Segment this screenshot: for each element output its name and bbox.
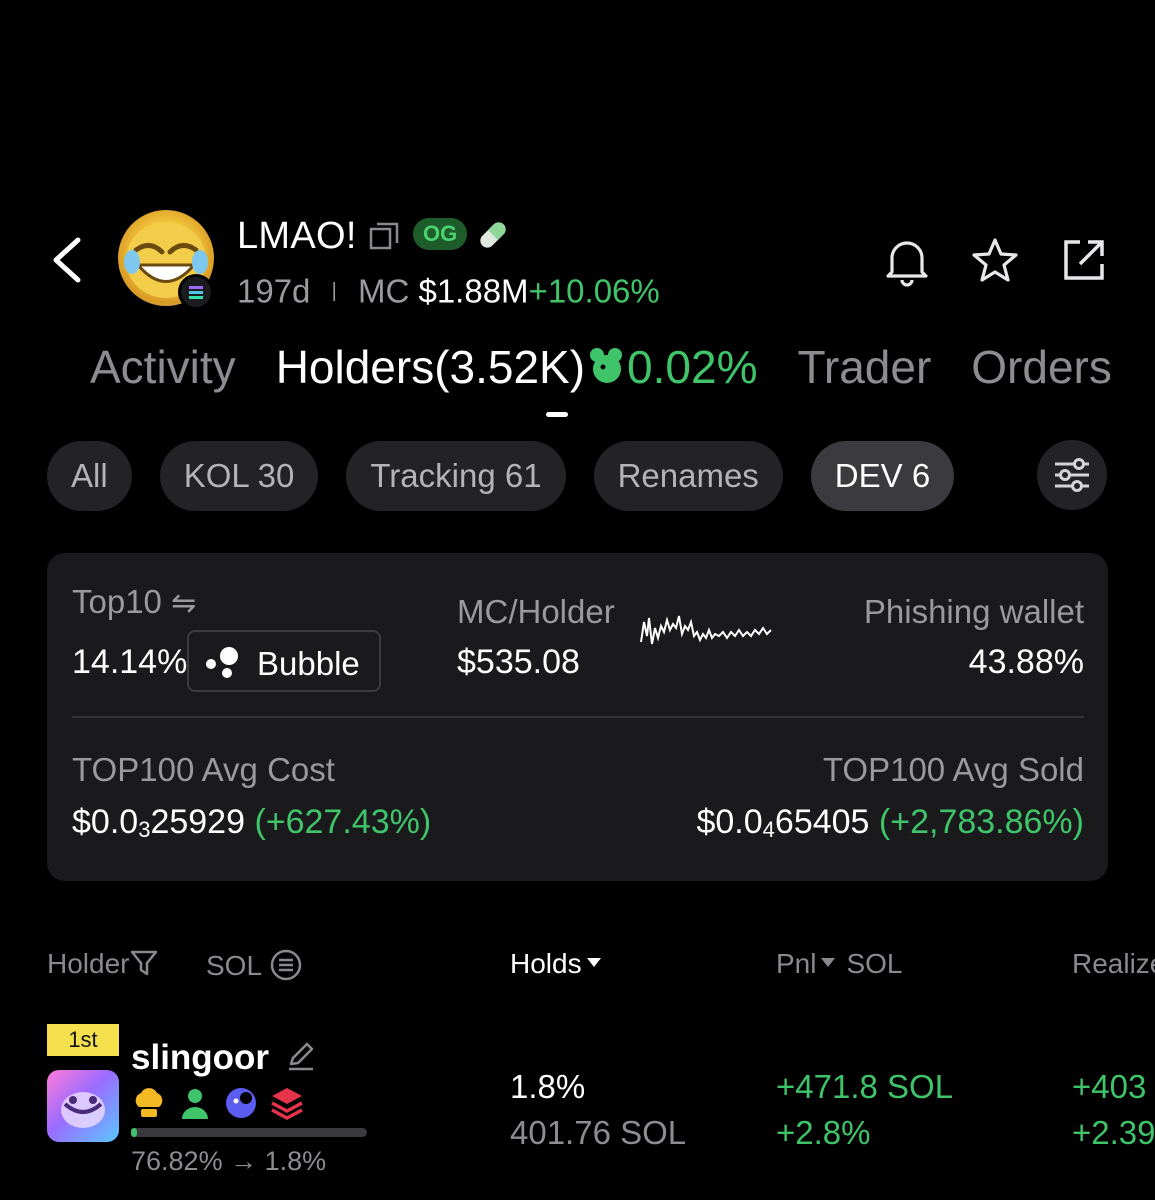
holds-sol: 401.76 SOL xyxy=(510,1114,687,1151)
mc-change: +10.06% xyxy=(528,272,660,310)
star-icon[interactable] xyxy=(968,234,1022,288)
chip-renames[interactable]: Renames xyxy=(593,441,783,511)
mc-holder-label: MC/Holder xyxy=(457,593,615,630)
holders-stats-card: Top10 ⇋ 14.14% Bubble MC/Holder $535.08 … xyxy=(47,553,1108,881)
sort-caret-icon xyxy=(586,958,601,967)
user-icon xyxy=(182,1089,208,1119)
sol-toggle-icon[interactable] xyxy=(269,948,303,982)
holder-tags xyxy=(131,1085,305,1121)
mc-holder-value: $535.08 xyxy=(457,643,580,681)
funnel-icon[interactable] xyxy=(129,948,159,978)
realized-sol: +403 xyxy=(1072,1068,1147,1105)
pnl-sol: +471.8 SOL xyxy=(776,1068,954,1105)
token-meta-row: 197d | MC $1.88M+10.06% xyxy=(237,270,660,310)
holder-name[interactable]: slingoor xyxy=(131,1038,269,1078)
holds-percent: 1.8% xyxy=(510,1068,586,1105)
chip-tracking[interactable]: Tracking 61 xyxy=(346,441,566,511)
bubble-label: Bubble xyxy=(257,645,360,682)
top10-value: 14.14% xyxy=(72,643,188,681)
avg-sold-label: TOP100 Avg Sold xyxy=(822,751,1084,788)
solana-chain-icon xyxy=(178,274,214,310)
avg-sold-value: $0.0465405 (+2,783.86%) xyxy=(696,803,1084,842)
layers-icon xyxy=(271,1088,303,1120)
top10-label[interactable]: Top10 ⇋ xyxy=(72,583,196,621)
bell-icon[interactable] xyxy=(880,234,934,288)
column-pnl[interactable]: Pnl SOL xyxy=(776,948,903,980)
bubble-icon xyxy=(206,647,238,678)
column-holder[interactable]: Holder xyxy=(47,948,159,980)
filter-settings-button[interactable] xyxy=(1037,440,1107,510)
tab-orders[interactable]: Orders xyxy=(971,340,1110,394)
avg-sold-change: (+2,783.86%) xyxy=(878,803,1084,841)
avg-cost-change: (+627.43%) xyxy=(254,803,432,841)
tab-holders-label: Holders(3.52K) xyxy=(275,341,586,393)
pnl-percent: +2.8% xyxy=(776,1114,871,1151)
tab-underline xyxy=(546,412,568,417)
share-icon[interactable] xyxy=(1058,234,1110,286)
tab-holders[interactable]: Holders(3.52K) 0.02% xyxy=(276,340,758,394)
tab-activity[interactable]: Activity xyxy=(90,340,236,394)
holder-avatar[interactable] xyxy=(47,1070,119,1142)
og-badge: OG xyxy=(413,218,468,250)
mouse-icon xyxy=(590,348,623,383)
moon-bird-icon xyxy=(226,1088,256,1118)
back-arrow-icon[interactable] xyxy=(48,232,88,288)
token-age: 197d xyxy=(237,272,311,310)
holding-progress-track xyxy=(131,1128,367,1137)
realized-percent: +2.39 xyxy=(1072,1114,1155,1151)
avg-cost-label: TOP100 Avg Cost xyxy=(72,751,335,788)
phishing-wallet-label: Phishing wallet xyxy=(863,593,1084,630)
phishing-wallet-value: 43.88% xyxy=(968,643,1084,681)
meta-divider: | xyxy=(331,279,337,302)
chip-kol[interactable]: KOL 30 xyxy=(159,441,319,511)
tab-bar: Activity Holders(3.52K) 0.02% Trader Orders xyxy=(90,340,1110,410)
holder-range: 76.82% → 1.8% xyxy=(131,1146,327,1176)
holding-progress-fill xyxy=(131,1128,137,1137)
column-sol[interactable]: SOL xyxy=(206,948,303,982)
tab-holders-change: 0.02% xyxy=(627,341,758,393)
mc-value: $1.88M xyxy=(418,272,529,310)
copy-icon[interactable] xyxy=(368,221,400,251)
pill-icon xyxy=(480,222,506,248)
filter-chips: All KOL 30 Tracking 61 Renames DEV 6 xyxy=(47,441,987,511)
edit-icon[interactable] xyxy=(285,1040,317,1072)
mc-label: MC xyxy=(357,272,410,310)
avg-cost-value: $0.0325929 (+627.43%) xyxy=(72,803,432,842)
mc-holder-sparkline xyxy=(640,615,772,645)
token-name: LMAO! xyxy=(237,215,357,257)
chip-dev[interactable]: DEV 6 xyxy=(810,441,955,511)
chef-hat-icon xyxy=(135,1088,163,1117)
tab-trader[interactable]: Trader xyxy=(797,340,931,394)
rank-badge: 1st xyxy=(47,1024,119,1056)
sort-caret-icon xyxy=(821,958,836,967)
bubble-map-button[interactable]: Bubble xyxy=(187,630,381,692)
filter-sliders-icon xyxy=(1055,458,1089,492)
card-divider xyxy=(72,716,1084,718)
swap-icon: ⇋ xyxy=(171,587,197,620)
column-realized[interactable]: Realized xyxy=(1072,948,1155,980)
chip-all[interactable]: All xyxy=(47,441,132,511)
column-holds[interactable]: Holds xyxy=(510,948,604,980)
